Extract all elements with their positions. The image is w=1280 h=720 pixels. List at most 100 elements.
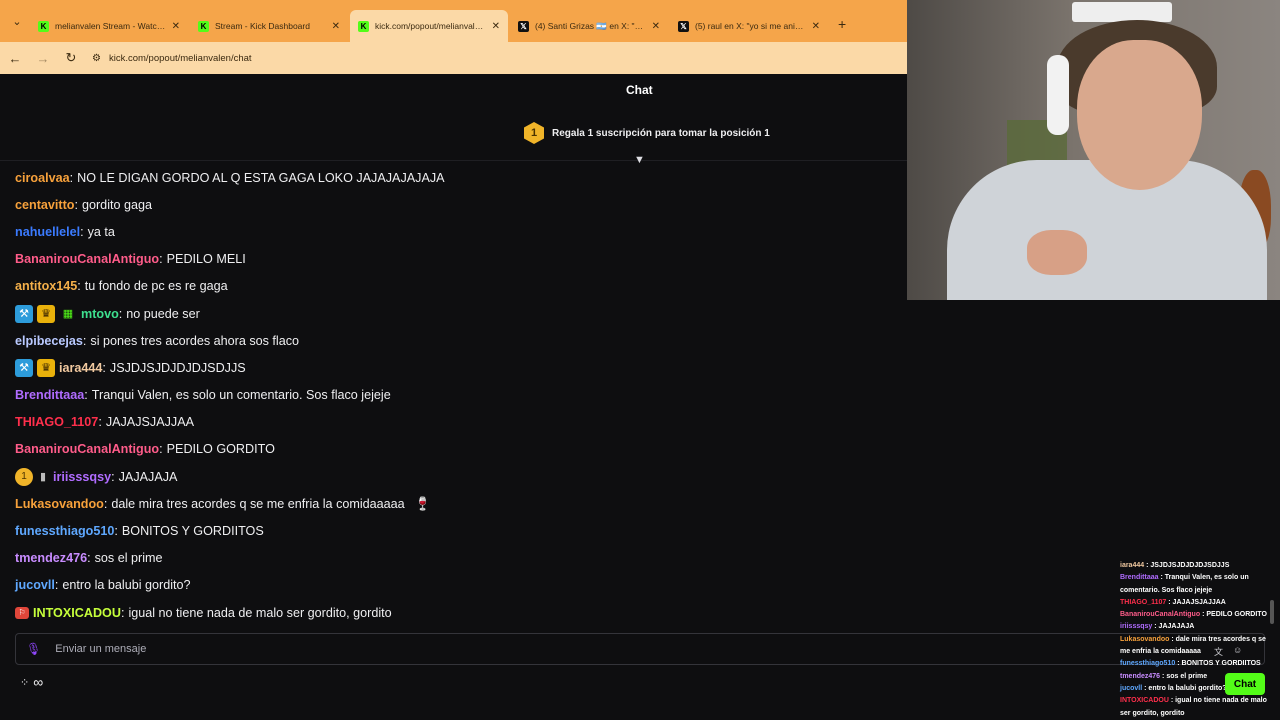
browser-tab[interactable]: K Stream - Kick Dashboard ✕ [190, 10, 348, 42]
browser-tab[interactable]: 𝕏 (5) raul en X: "yo si me animo h... ✕ [670, 10, 828, 42]
tab-search-chevron-icon[interactable]: ⌄ [8, 13, 26, 31]
chat-input[interactable]: 🎙 Enviar un mensaje [15, 633, 1265, 665]
emoji-icon[interactable]: ☺ [1233, 645, 1242, 658]
bottle-badge-icon[interactable]: ▮ [37, 468, 49, 486]
username-separator: : [120, 605, 125, 620]
chat-username[interactable]: elpibecejas [15, 334, 83, 348]
chat-message: elpibecejas: si pones tres acordes ahora … [15, 327, 895, 354]
tab-close-icon[interactable]: ✕ [332, 21, 340, 32]
chat-message-text: Tranqui Valen, es solo un comentario. So… [91, 388, 391, 403]
chat-message-text: sos el prime [94, 551, 163, 566]
chat-message-text: igual no tiene nada de malo ser gordito,… [128, 605, 392, 620]
username-separator: : [82, 333, 87, 348]
tag-badge-icon[interactable]: ⚐ [15, 606, 29, 619]
chat-message-text: entro la balubi gordito? [62, 578, 191, 593]
chat-message: tmendez476: sos el prime [15, 545, 895, 572]
overlay-chat: iara444 : JSJDJSJDJDJDJSDJJS Brendittaaa … [1120, 560, 1272, 720]
overlay-username: Lukasovandoo [1120, 635, 1170, 643]
chat-message: ⚐ INTOXICADOU: igual no tiene nada de malo… [15, 599, 895, 626]
browser-tab[interactable]: 𝕏 (4) Santi Grizas 🇦🇷 en X: "S... ✕ [510, 10, 668, 42]
chat-username[interactable]: Lukasovandoo [15, 497, 104, 511]
webcam-hand [1027, 230, 1087, 275]
chat-username[interactable]: jucovll [15, 578, 55, 592]
chat-username[interactable]: BananirouCanalAntiguo [15, 442, 159, 456]
chat-emote[interactable]: 🍷 [415, 496, 431, 512]
url-field[interactable]: ⚙ kick.com/popout/melianvalen/chat [92, 53, 252, 64]
moderator-badge-icon[interactable]: ⚒ [15, 304, 33, 323]
overlay-chat-line: Brendittaaa : Tranqui Valen, es solo un … [1120, 572, 1272, 597]
chat-username[interactable]: antitox145 [15, 279, 77, 293]
overlay-username: funessthiago510 [1120, 660, 1176, 668]
username-separator: : [84, 388, 88, 403]
overlay-text: BONITOS Y GORDIITOS [1181, 660, 1261, 668]
overlay-scrollbar[interactable] [1270, 600, 1274, 624]
chat-username[interactable]: Brendittaaa [15, 388, 84, 402]
chat-username[interactable]: tmendez476 [15, 551, 87, 565]
tab-title: (4) Santi Grizas 🇦🇷 en X: "S... [535, 20, 646, 31]
username-separator: : [159, 252, 163, 267]
chat-message: 1 ▮ iriisssqsy: JAJAJAJA [15, 463, 895, 490]
chat-username[interactable]: iriisssqsy [53, 470, 111, 484]
chat-message-text: PEDILO MELI [166, 252, 246, 267]
tab-title: (5) raul en X: "yo si me animo h... [695, 21, 806, 31]
reload-icon[interactable]: ↻ [64, 50, 78, 66]
chat-message-text: NO LE DIGAN GORDO AL Q ESTA GAGA LOKO JA… [77, 170, 445, 185]
username-separator: : [98, 415, 102, 430]
username-separator: : [159, 442, 163, 457]
vip-crown-icon[interactable]: ♛ [37, 358, 55, 377]
username-separator: : [103, 496, 108, 511]
new-tab-button[interactable]: + [838, 16, 846, 32]
tab-close-icon[interactable]: ✕ [172, 21, 180, 32]
tab-title: kick.com/popout/melianvalen/... [375, 21, 486, 31]
overlay-chat-line: funessthiago510 : BONITOS Y GORDIITOS [1120, 658, 1272, 670]
username-separator: : [74, 197, 78, 212]
overlay-username: INTOXICADOU [1120, 697, 1169, 705]
browser-tab[interactable]: Kkick.com/popout/melianvalen/... ✕ [350, 10, 508, 42]
chat-message: Lukasovandoo: dale mira tres acordes q se… [15, 490, 895, 517]
chat-message: BananirouCanalAntiguo: PEDILO GORDITO [15, 436, 895, 463]
chat-username[interactable]: mtovo [81, 307, 119, 321]
chat-message-text: gordito gaga [81, 197, 153, 212]
vip-crown-icon[interactable]: ♛ [37, 304, 55, 323]
chat-username[interactable]: nahuellelel [15, 225, 80, 239]
overlay-chat-line: THIAGO_1107 : JAJAJSJAJJAA [1120, 597, 1272, 609]
tab-close-icon[interactable]: ✕ [652, 21, 660, 32]
chat-username[interactable]: funessthiago510 [15, 524, 114, 538]
overlay-username: iara444 [1120, 562, 1145, 569]
moderator-badge-icon[interactable]: ⚒ [15, 358, 33, 377]
kick-favicon-icon: K [198, 20, 209, 32]
chat-username[interactable]: centavitto [15, 198, 74, 212]
chat-username[interactable]: THIAGO_1107 [15, 415, 98, 429]
chat-username[interactable]: iara444 [59, 361, 102, 375]
chat-message-text: JAJAJAJA [118, 469, 178, 484]
chat-username[interactable]: ciroalvaa [15, 171, 70, 185]
chat-message: THIAGO_1107: JAJAJSJAJJAA [15, 409, 895, 436]
browser-tab[interactable]: Kmelianvalen Stream - Watch Li... ✕ [30, 10, 188, 42]
translate-icon[interactable]: 文 [1214, 645, 1223, 658]
chat-username[interactable]: INTOXICADOU [33, 606, 121, 620]
username-separator: : [118, 306, 123, 321]
subscriber-badge-icon[interactable]: 1 [15, 467, 33, 486]
webcam-shirt [947, 160, 1267, 300]
chat-title: Chat [626, 83, 653, 97]
infinity-icon[interactable]: ∞ [33, 674, 43, 690]
username-separator: : [87, 551, 91, 566]
overlay-username: BananirouCanalAntiguo [1120, 611, 1201, 619]
chat-message: nahuellelel: ya ta [15, 218, 895, 245]
kick-favicon-icon: K [358, 20, 369, 32]
chat-message: centavitto: gordito gaga [15, 191, 895, 218]
chat-username[interactable]: BananirouCanalAntiguo [15, 252, 159, 266]
tab-close-icon[interactable]: ✕ [492, 21, 500, 32]
overlay-username: Brendittaaa [1120, 574, 1159, 582]
back-icon[interactable]: ← [8, 51, 22, 66]
tab-close-icon[interactable]: ✕ [812, 21, 820, 32]
forward-icon[interactable]: → [36, 51, 50, 66]
overlay-chat-button[interactable]: Chat [1225, 673, 1265, 695]
username-separator: : [69, 170, 74, 185]
site-info-icon[interactable]: ⚙ [92, 53, 101, 64]
mic-icon[interactable]: 🎙 [26, 642, 41, 656]
gift-badge-icon[interactable]: ▦ [59, 305, 77, 323]
chat-message: ⚒ ♛ iara444: JSJDJSJDJDJDJSDJJS [15, 354, 895, 381]
overlay-username: tmendez476 [1120, 672, 1161, 680]
dots-icon[interactable]: ⁘ [20, 676, 29, 689]
